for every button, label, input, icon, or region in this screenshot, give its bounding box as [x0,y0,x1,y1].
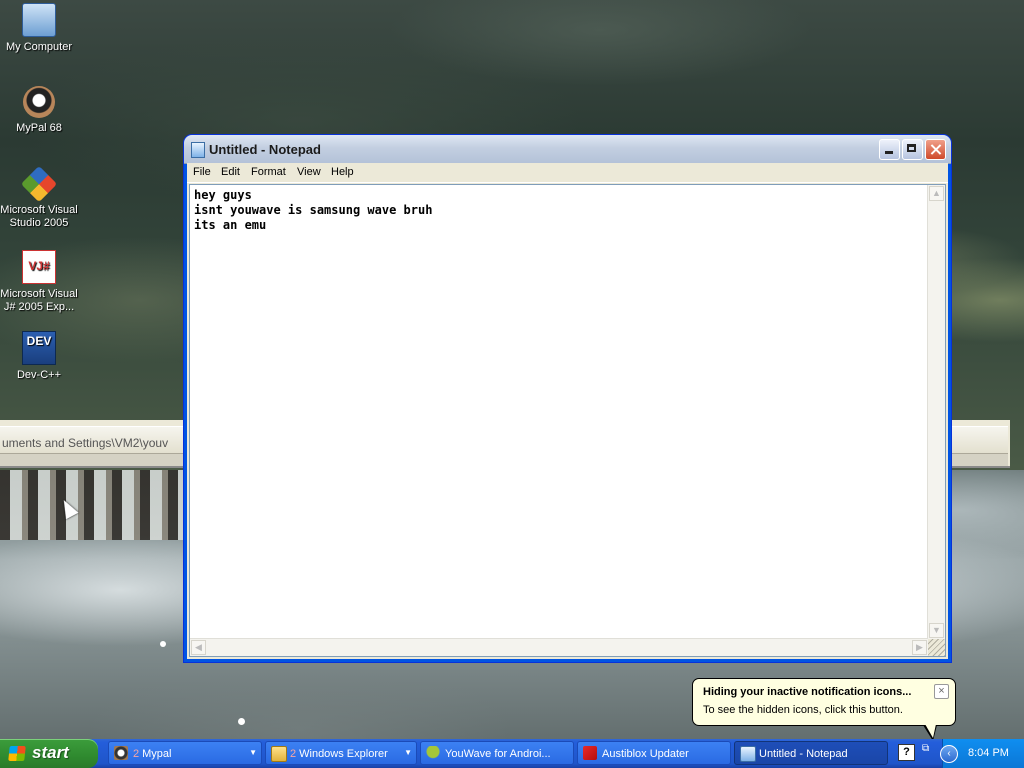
start-label: start [32,743,69,762]
group-count: 2 [133,748,140,760]
clock[interactable]: 8:04 PM [968,747,1009,759]
window-body: File Edit Format View Help hey guys isnt… [187,163,948,659]
taskbar-button-mypal[interactable]: 2 Mypal ▼ [108,741,262,765]
balloon-close-button[interactable]: × [934,684,949,699]
menu-edit[interactable]: Edit [221,166,240,178]
menu-file[interactable]: File [193,166,211,178]
task-label: Windows Explorer [299,748,388,760]
desktop-icon-label: Microsoft Visual Studio 2005 [0,204,78,229]
editor-content[interactable]: hey guys isnt youwave is samsung wave br… [194,188,432,233]
taskbar-button-notepad[interactable]: Untitled - Notepad [734,741,888,765]
balloon-title: Hiding your inactive notification icons.… [703,686,912,698]
title-bar[interactable]: Untitled - Notepad [184,135,951,164]
task-label: Mypal [142,748,172,760]
mypal-raccoon-icon [23,86,55,118]
desktop-icon-dev-cpp[interactable]: DEV Dev-C++ [0,331,78,382]
task-label: Austiblox Updater [602,748,689,760]
austiblox-icon [583,746,597,760]
notepad-icon [740,746,756,762]
chevron-down-icon: ▼ [404,748,412,757]
desktop-icon-visual-studio[interactable]: Microsoft Visual Studio 2005 [0,165,78,230]
android-icon [426,746,440,760]
computer-icon [22,3,56,37]
system-tray: ‹ 8:04 PM [940,739,1024,768]
resize-grip[interactable] [928,639,945,656]
sparkle [238,718,245,725]
vertical-scrollbar[interactable]: ▲ ▼ [927,185,945,639]
task-label: Untitled - Notepad [759,748,848,760]
taskbar-label: 2 Windows Explorer [290,748,388,760]
scroll-down-button[interactable]: ▼ [929,623,944,638]
desktop-icon-my-computer[interactable]: My Computer [0,3,78,54]
visual-studio-icon [20,165,58,203]
horizontal-scrollbar[interactable]: ◀ ▶ [190,638,928,656]
wallpaper-falls [0,470,185,540]
desktop-icon-mypal[interactable]: MyPal 68 [0,86,78,135]
close-button[interactable] [925,139,946,160]
balloon-body: To see the hidden icons, click this butt… [703,704,903,716]
restore-windows-icon[interactable]: ⧉ [922,743,934,759]
taskbar-button-windows-explorer[interactable]: 2 Windows Explorer ▼ [265,741,417,765]
desktop-icon-visual-jsharp[interactable]: VJ# Microsoft Visual J# 2005 Exp... [0,250,78,314]
notepad-window[interactable]: Untitled - Notepad File Edit Format View… [184,135,951,662]
desktop-icon-label: Microsoft Visual J# 2005 Exp... [0,288,78,313]
minimize-button[interactable] [879,139,900,160]
visual-studio-icon-wrap [20,165,58,203]
desktop-icon-label: MyPal 68 [16,122,62,134]
taskbar: start 2 Mypal ▼ 2 Windows Explorer ▼ YouWa… [0,739,1024,768]
vjsharp-icon: VJ# [22,250,56,284]
menu-view[interactable]: View [297,166,321,178]
text-editor[interactable]: hey guys isnt youwave is samsung wave br… [189,184,946,657]
taskbar-label: 2 Mypal [133,748,171,760]
address-text: uments and Settings\VM2\youv [2,436,169,450]
taskbar-button-austiblox[interactable]: Austiblox Updater [577,741,731,765]
show-hidden-icons-button[interactable]: ‹ [940,745,958,763]
scroll-right-button[interactable]: ▶ [912,640,927,655]
sparkle [160,641,166,647]
task-label: YouWave for Androi... [445,748,551,760]
scroll-up-button[interactable]: ▲ [929,186,944,201]
menu-format[interactable]: Format [251,166,286,178]
group-count: 2 [290,748,297,760]
desktop-icon-label: Dev-C++ [16,369,62,381]
menu-bar: File Edit Format View Help [187,163,948,183]
folder-icon [271,746,287,762]
notepad-app-icon[interactable] [191,142,205,158]
window-title: Untitled - Notepad [209,142,321,157]
balloon-tail [925,724,936,738]
help-icon[interactable]: ? [898,744,915,761]
maximize-button[interactable] [902,139,923,160]
start-button[interactable]: start [0,739,98,768]
taskbar-button-youwave[interactable]: YouWave for Androi... [420,741,574,765]
scroll-left-button[interactable]: ◀ [191,640,206,655]
notification-balloon[interactable]: Hiding your inactive notification icons.… [692,678,956,741]
dev-cpp-icon: DEV [22,331,56,365]
chevron-down-icon: ▼ [249,748,257,757]
windows-logo-icon [8,746,26,761]
desktop-icon-label: My Computer [5,41,73,53]
mypal-icon [114,746,128,760]
menu-help[interactable]: Help [331,166,354,178]
